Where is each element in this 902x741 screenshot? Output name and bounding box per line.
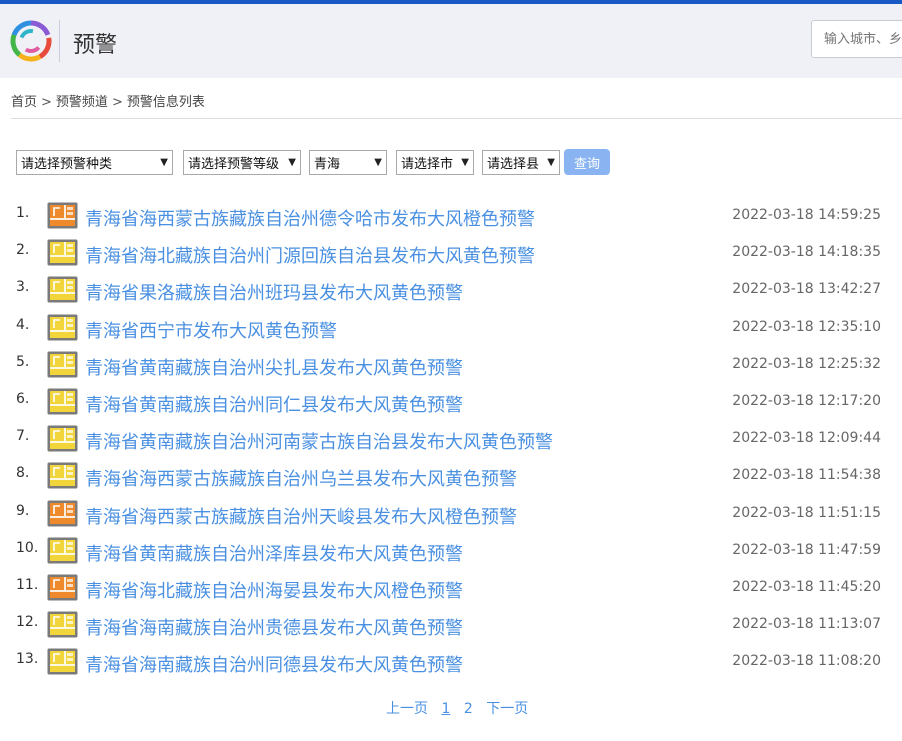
list-item: 6. 青海省黄南藏族自治州同仁县发布大风黄色预警 2022-03-18 12:17:…	[0, 385, 902, 422]
list-item: 1. 青海省海西蒙古族藏族自治州德令哈市发布大风橙色预警 2022-03-18 14…	[0, 199, 902, 236]
warning-title-link[interactable]: 青海省海北藏族自治州海晏县发布大风橙色预警	[85, 577, 463, 603]
warning-timestamp: 2022-03-18 12:25:32	[732, 355, 881, 372]
warning-timestamp: 2022-03-18 11:08:20	[732, 653, 881, 670]
search-input[interactable]	[811, 20, 902, 58]
breadcrumb-separator: >	[111, 95, 123, 110]
breadcrumb-divider	[11, 118, 902, 119]
county-select[interactable]: 请选择县 ▼	[482, 150, 560, 175]
pagination: 上一页 1 2 下一页	[386, 698, 537, 718]
warning-type-select[interactable]: 请选择预警种类 ▼	[16, 150, 173, 175]
breadcrumb-separator: >	[41, 95, 52, 110]
warning-title-link[interactable]: 青海省果洛藏族自治州班玛县发布大风黄色预警	[85, 279, 463, 305]
warning-title-link[interactable]: 青海省西宁市发布大风黄色预警	[85, 317, 337, 343]
chevron-down-icon: ▼	[288, 157, 296, 168]
header-divider	[59, 20, 60, 62]
list-item: 10. 青海省黄南藏族自治州泽库县发布大风黄色预警 2022-03-18 11:47…	[0, 534, 902, 571]
warning-timestamp: 2022-03-18 12:09:44	[732, 430, 881, 447]
county-value: 请选择县	[487, 157, 540, 172]
chevron-down-icon: ▼	[547, 157, 555, 168]
list-item: 13. 青海省海南藏族自治州同德县发布大风黄色预警 2022-03-18 11:08…	[0, 645, 902, 682]
header: 预警	[0, 4, 902, 78]
province-select[interactable]: 青海 ▼	[309, 150, 387, 175]
breadcrumb-home[interactable]: 首页	[11, 95, 37, 110]
warning-level-value: 请选择预警等级	[188, 157, 280, 172]
item-number: 2.	[16, 242, 30, 259]
item-number: 8.	[16, 465, 30, 482]
warning-timestamp: 2022-03-18 11:45:20	[732, 578, 881, 595]
list-item: 4. 青海省西宁市发布大风黄色预警 2022-03-18 12:35:10	[0, 311, 902, 348]
warning-list: 1. 青海省海西蒙古族藏族自治州德令哈市发布大风橙色预警 2022-03-18 14…	[0, 199, 902, 682]
item-number: 9.	[16, 502, 30, 519]
breadcrumb-current: 预警信息列表	[126, 95, 205, 110]
next-page-link[interactable]: 下一页	[486, 701, 528, 717]
list-item: 11. 青海省海北藏族自治州海晏县发布大风橙色预警 2022-03-18 11:45…	[0, 571, 902, 608]
chevron-down-icon: ▼	[160, 157, 168, 168]
province-value: 青海	[314, 157, 341, 172]
list-item: 3. 青海省果洛藏族自治州班玛县发布大风黄色预警 2022-03-18 13:42:…	[0, 273, 902, 310]
warning-timestamp: 2022-03-18 11:51:15	[732, 504, 881, 521]
warning-timestamp: 2022-03-18 11:13:07	[732, 616, 881, 633]
warning-timestamp: 2022-03-18 11:47:59	[732, 541, 881, 558]
warning-title-link[interactable]: 青海省黄南藏族自治州同仁县发布大风黄色预警	[85, 391, 463, 417]
warning-timestamp: 2022-03-18 14:18:35	[732, 244, 881, 261]
item-number: 4.	[16, 316, 30, 333]
breadcrumb: 首页 > 预警频道 > 预警信息列表	[11, 91, 205, 110]
warning-timestamp: 2022-03-18 12:17:20	[732, 392, 881, 409]
list-item: 9. 青海省海西蒙古族藏族自治州天峻县发布大风橙色预警 2022-03-18 11:…	[0, 497, 902, 534]
chevron-down-icon: ▼	[374, 157, 382, 168]
page-link-2[interactable]: 2	[464, 701, 473, 717]
warning-title-link[interactable]: 青海省海南藏族自治州同德县发布大风黄色预警	[85, 651, 463, 677]
item-number: 7.	[16, 428, 30, 445]
item-number: 10.	[16, 539, 39, 556]
warning-level-select[interactable]: 请选择预警等级 ▼	[183, 150, 301, 175]
list-item: 12. 青海省海南藏族自治州贵德县发布大风黄色预警 2022-03-18 11:13…	[0, 608, 902, 645]
item-number: 5.	[16, 353, 30, 370]
city-select[interactable]: 请选择市 ▼	[396, 150, 474, 175]
item-number: 6.	[16, 390, 30, 407]
list-item: 5. 青海省黄南藏族自治州尖扎县发布大风黄色预警 2022-03-18 12:25:…	[0, 348, 902, 385]
warning-timestamp: 2022-03-18 12:35:10	[732, 318, 881, 335]
warning-title-link[interactable]: 青海省海西蒙古族藏族自治州乌兰县发布大风黄色预警	[85, 465, 517, 491]
warning-title-link[interactable]: 青海省海北藏族自治州门源回族自治县发布大风黄色预警	[85, 242, 535, 268]
warning-title-link[interactable]: 青海省海西蒙古族藏族自治州德令哈市发布大风橙色预警	[85, 205, 535, 231]
warning-title-link[interactable]: 青海省海西蒙古族藏族自治州天峻县发布大风橙色预警	[85, 503, 517, 529]
weather-logo-icon[interactable]	[10, 20, 52, 62]
item-number: 11.	[16, 576, 39, 593]
list-item: 7. 青海省黄南藏族自治州河南蒙古族自治县发布大风黄色预警 2022-03-18 1…	[0, 422, 902, 459]
list-item: 2. 青海省海北藏族自治州门源回族自治县发布大风黄色预警 2022-03-18 14…	[0, 236, 902, 273]
page-link-1[interactable]: 1	[441, 701, 450, 717]
city-value: 请选择市	[401, 157, 454, 172]
warning-title-link[interactable]: 青海省黄南藏族自治州河南蒙古族自治县发布大风黄色预警	[85, 428, 553, 454]
prev-page-link[interactable]: 上一页	[386, 701, 428, 717]
item-number: 1.	[16, 205, 30, 221]
query-button[interactable]: 查询	[564, 149, 610, 175]
item-number: 3.	[16, 279, 30, 296]
list-item: 8. 青海省海西蒙古族藏族自治州乌兰县发布大风黄色预警 2022-03-18 11:…	[0, 459, 902, 496]
warning-type-value: 请选择预警种类	[21, 157, 113, 172]
warning-title-link[interactable]: 青海省黄南藏族自治州尖扎县发布大风黄色预警	[85, 354, 463, 380]
warning-timestamp: 2022-03-18 11:54:38	[732, 467, 881, 484]
warning-timestamp: 2022-03-18 14:59:25	[732, 207, 881, 223]
chevron-down-icon: ▼	[461, 157, 469, 168]
warning-title-link[interactable]: 青海省黄南藏族自治州泽库县发布大风黄色预警	[85, 540, 463, 566]
page-title: 预警	[73, 33, 118, 58]
warning-timestamp: 2022-03-18 13:42:27	[732, 281, 881, 298]
item-number: 12.	[16, 614, 39, 631]
warning-title-link[interactable]: 青海省海南藏族自治州贵德县发布大风黄色预警	[85, 614, 463, 640]
item-number: 13.	[16, 651, 39, 668]
breadcrumb-warning-channel[interactable]: 预警频道	[56, 95, 108, 110]
